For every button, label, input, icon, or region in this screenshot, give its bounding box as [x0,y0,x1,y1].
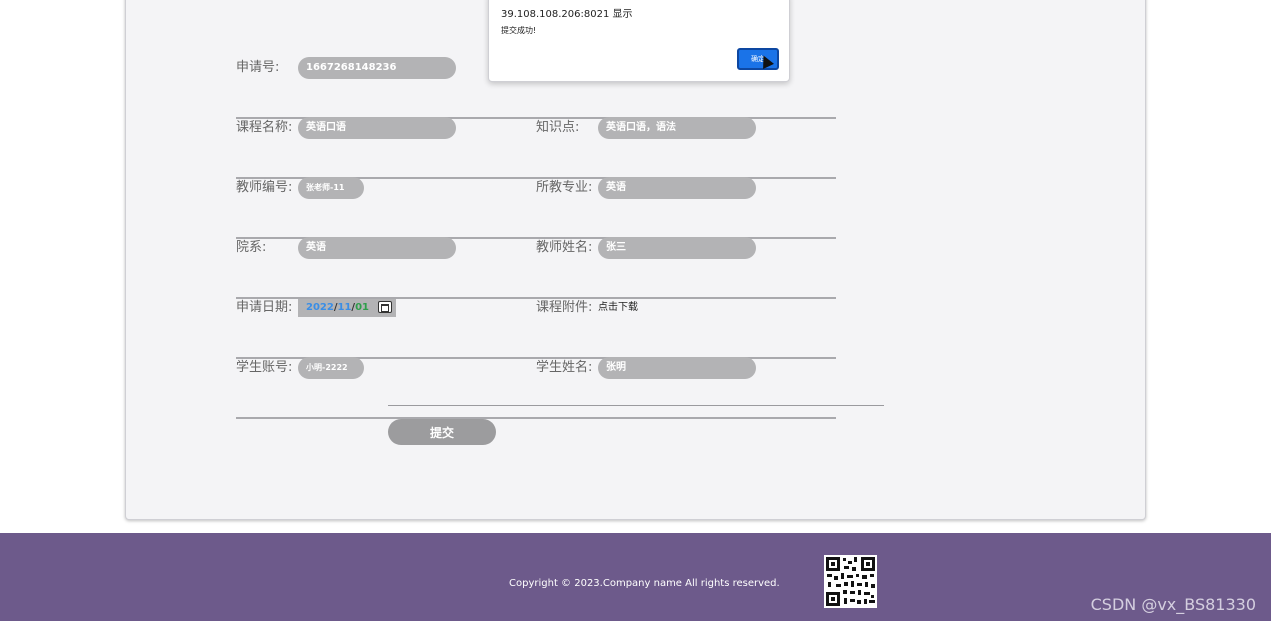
dialog-origin: 39.108.108.206:8021 显示 [501,9,633,20]
alert-dialog: 39.108.108.206:8021 显示 提交成功! 确定 [488,0,790,82]
submit-button[interactable]: 提交 [388,419,496,445]
form-divider [388,405,884,406]
apply-date-label: 申请日期: [236,300,293,315]
date-day: 01 [355,302,369,313]
department-field[interactable]: 英语 [298,237,456,259]
teacher-no-field[interactable]: 张老师-11 [298,177,364,199]
form-row-teacher: 教师编号: 张老师-11 所教专业: 英语 [236,177,836,239]
major-label: 所教专业: [536,180,593,195]
copyright-text: Copyright © 2023.Company name All rights… [509,578,780,589]
calendar-icon[interactable] [378,301,392,313]
attachment-label: 课程附件: [536,300,593,315]
student-name-field[interactable]: 张明 [598,357,756,379]
form-row-student: 学生账号: 小明-2222 学生姓名: 张明 [236,357,836,419]
knowledge-field[interactable]: 英语口语，语法 [598,117,756,139]
course-name-label: 课程名称: [236,120,293,135]
watermark-text: CSDN @vx_BS81330 [1090,595,1256,614]
apply-date-input[interactable]: 2022/11/01 [298,299,396,317]
qr-code-icon [824,555,877,608]
teacher-no-label: 教师编号: [236,180,293,195]
application-no-field[interactable]: 1667268148236 [298,57,456,79]
form-row-department: 院系: 英语 教师姓名: 张三 [236,237,836,299]
department-label: 院系: [236,240,267,255]
date-year: 2022 [306,302,334,313]
dialog-message: 提交成功! [501,26,537,35]
course-name-field[interactable]: 英语口语 [298,117,456,139]
teacher-name-label: 教师姓名: [536,240,593,255]
student-name-label: 学生姓名: [536,360,593,375]
application-no-label: 申请号: [236,60,280,75]
student-account-field[interactable]: 小明-2222 [298,357,364,379]
teacher-name-field[interactable]: 张三 [598,237,756,259]
footer: Copyright © 2023.Company name All rights… [0,533,1271,621]
date-month: 11 [337,302,352,313]
download-link[interactable]: 点击下载 [598,297,638,319]
form-row-date: 申请日期: 2022/11/01 课程附件: 点击下载 [236,297,836,359]
knowledge-label: 知识点: [536,120,580,135]
major-field[interactable]: 英语 [598,177,756,199]
student-account-label: 学生账号: [236,360,293,375]
form-row-course: 课程名称: 英语口语 知识点: 英语口语，语法 [236,117,836,179]
